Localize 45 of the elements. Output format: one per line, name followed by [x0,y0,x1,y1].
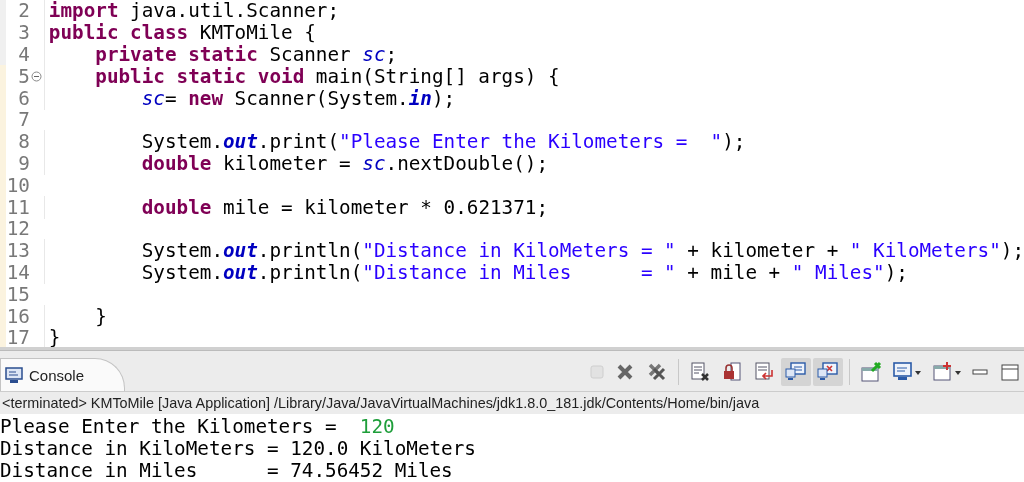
console-tab[interactable]: Console [0,358,126,391]
line-number: 8 [17,130,30,154]
line-number: 13 [5,239,30,263]
maximize-icon [998,361,1020,383]
code-line: } [43,304,107,328]
double-cross-icon [646,361,668,383]
code-line: System.out.println("Distance in KiloMeters = " + kilometer + " KiloMeters"); [43,239,1024,263]
line-number: 14 [5,260,30,284]
line-number: 3 [17,21,30,45]
process-status: <terminated> KMToMile [Java Application] /Library/Java/JavaVirtualMachines/jdk1.8.0_181.jdk/Contents/Home/bin/java [0,395,760,411]
minimize-icon [972,369,988,375]
monitor-cross-icon [817,361,839,383]
line-number: 6 [17,86,30,110]
line-number: 2 [17,0,30,23]
line-number: 4 [17,43,30,66]
monitor-icon [892,361,922,383]
code-line: sc= new Scanner(System.in); [43,86,456,110]
lock-icon [721,361,743,383]
pin-icon [860,361,882,383]
line-number: 9 [17,152,30,175]
document-cross-icon [689,361,711,383]
code-line: System.out.println("Distance in Miles = " + mile + " Miles"); [43,260,908,284]
line-number: 16 [5,304,30,328]
line-number: 10 [5,173,30,197]
line-number: 11 [5,195,30,219]
code-line: public class KMToMile { [43,21,316,45]
monitor-icon [5,366,23,384]
monitor-icon [785,361,807,383]
console-output-line: Please Enter the Kilometers = 120 [0,416,396,438]
console-output-line: Distance in KiloMeters = 120.0 KiloMeters [0,438,477,460]
line-number: 7 [17,108,30,132]
code-line: import java.util.Scanner; [43,0,340,23]
line-number: 15 [5,282,30,306]
window-plus-icon [932,361,962,383]
line-number: 5 [17,64,30,88]
line-number: 17 [5,326,30,347]
line-number: 12 [5,217,30,241]
console-output-line: Distance in Miles = 74.56452 Miles [0,460,454,482]
code-line: private static Scanner sc; [43,43,398,66]
document-arrow-icon [753,361,775,383]
collapse-icon[interactable] [31,70,43,82]
code-line: public static void main(String[] args) { [43,64,560,88]
code-line: double mile = kilometer * 0.621371; [43,195,549,219]
code-line: System.out.print("Please Enter the Kilometers = "); [43,130,746,154]
code-line: double kilometer = sc.nextDouble(); [43,152,549,175]
